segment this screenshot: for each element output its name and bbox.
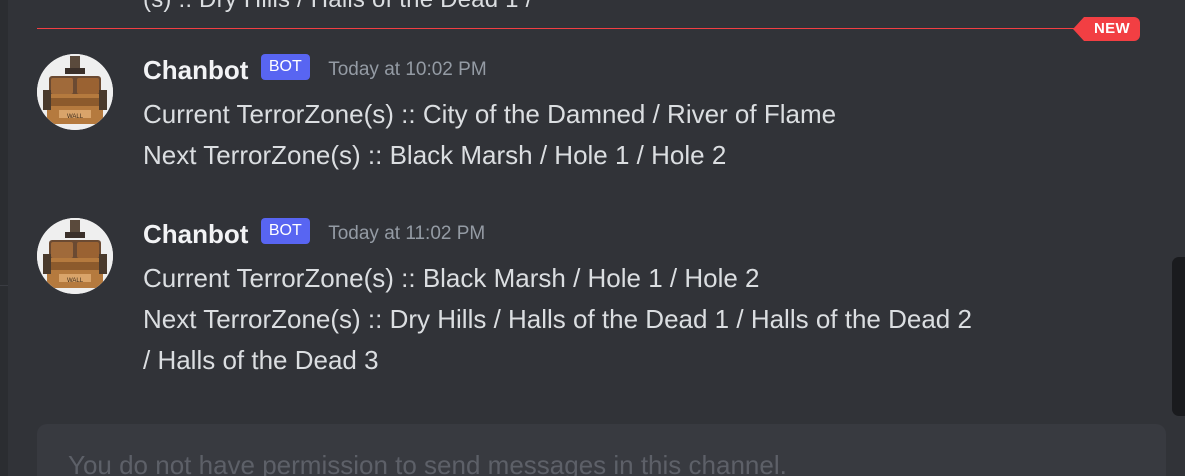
message-line: Next TerrorZone(s) :: Dry Hills / Halls …	[143, 304, 972, 334]
bot-tag: BOT	[260, 218, 310, 244]
scrollbar-thumb[interactable]	[1172, 257, 1185, 416]
chat-window: (s) :: Dry Hills / Halls of the Dead 1 /…	[0, 0, 1185, 476]
composer-placeholder: You do not have permission to send messa…	[68, 450, 787, 476]
message-line: / Halls of the Dead 3	[143, 345, 379, 375]
avatar[interactable]: WALL	[37, 218, 113, 294]
message-content: Current TerrorZone(s) :: City of the Dam…	[143, 94, 1073, 176]
message-line: Current TerrorZone(s) :: City of the Dam…	[143, 99, 837, 129]
new-messages-divider	[37, 28, 1097, 29]
message-header: Chanbot BOT Today at 11:02 PM	[143, 216, 485, 252]
bot-tag: BOT	[260, 54, 310, 80]
message-content: Current TerrorZone(s) :: Black Marsh / H…	[143, 258, 1073, 381]
robot-avatar-icon: WALL	[37, 54, 113, 130]
message-composer: You do not have permission to send messa…	[37, 424, 1166, 476]
svg-text:WALL: WALL	[67, 278, 84, 284]
timestamp[interactable]: Today at 11:02 PM	[328, 216, 485, 252]
svg-text:WALL: WALL	[67, 114, 84, 120]
username[interactable]: Chanbot	[143, 216, 248, 252]
left-edge-panel-lower	[0, 285, 8, 476]
robot-avatar-icon: WALL	[37, 218, 113, 294]
username[interactable]: Chanbot	[143, 52, 248, 88]
avatar[interactable]: WALL	[37, 54, 113, 130]
message-header: Chanbot BOT Today at 10:02 PM	[143, 52, 487, 88]
previous-message-fragment: (s) :: Dry Hills / Halls of the Dead 1 /	[143, 0, 532, 14]
message-line: Next TerrorZone(s) :: Black Marsh / Hole…	[143, 140, 727, 170]
timestamp[interactable]: Today at 10:02 PM	[328, 52, 486, 88]
new-messages-badge[interactable]: NEW	[1073, 17, 1140, 41]
message-line: Current TerrorZone(s) :: Black Marsh / H…	[143, 263, 760, 293]
left-edge-panel	[0, 0, 8, 476]
